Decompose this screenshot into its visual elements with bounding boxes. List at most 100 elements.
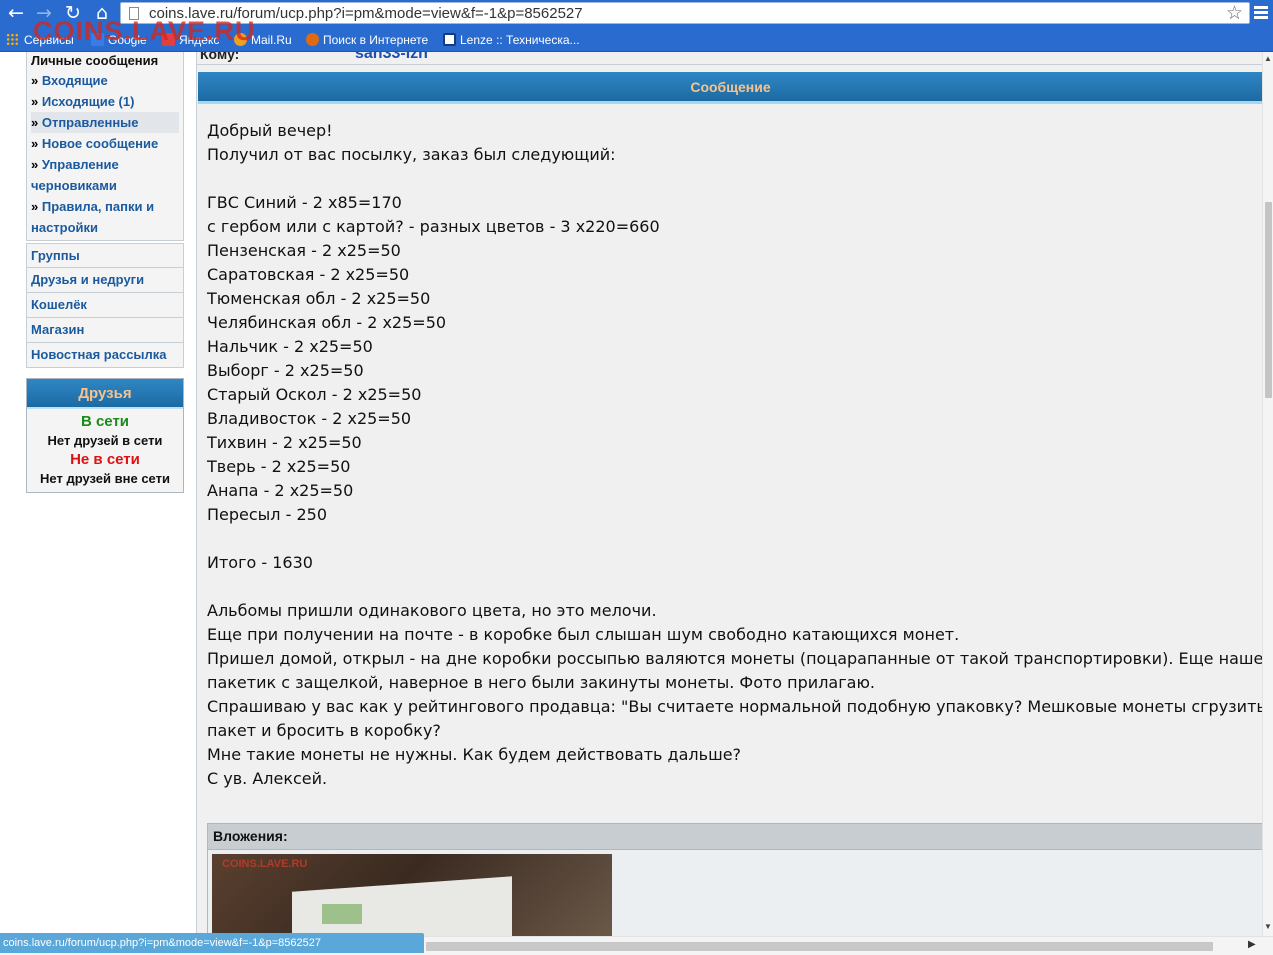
message-line: Старый Оскол - 2 х25=50 xyxy=(207,385,422,404)
wallet-link[interactable]: Кошелёк xyxy=(26,293,184,318)
reload-icon[interactable]: ↻ xyxy=(62,2,84,24)
message-line: Пензенская - 2 х25=50 xyxy=(207,241,401,260)
bookmark-lenze[interactable]: Lenze :: Техническа... xyxy=(443,31,580,49)
pm-title: Личные сообщения xyxy=(31,53,159,68)
attachment-photo[interactable]: COINS.LAVE.RU xyxy=(212,854,612,936)
home-icon[interactable]: ⌂ xyxy=(91,2,113,24)
apps-icon xyxy=(6,33,19,46)
scroll-right-icon[interactable]: ▶ xyxy=(1248,939,1256,950)
status-bar-url: coins.lave.ru/forum/ucp.php?i=pm&mode=vi… xyxy=(0,933,424,953)
message-line: с гербом или с картой? - разных цветов -… xyxy=(207,217,660,236)
groups-link[interactable]: Группы xyxy=(26,243,184,268)
pm-menu: Личные сообщения » Входящие » Исходящие … xyxy=(26,52,184,241)
pm-compose-link[interactable]: » Новое сообщение xyxy=(31,133,179,154)
message-line: Анапа - 2 х25=50 xyxy=(207,481,354,500)
forward-icon[interactable]: → xyxy=(33,2,55,24)
online-empty-text: Нет друзей в сети xyxy=(47,433,163,448)
message-line: Тюменская обл - 2 х25=50 xyxy=(207,289,431,308)
search-globe-icon xyxy=(306,33,319,46)
browser-toolbar: ← → ↻ ⌂ coins.lave.ru/forum/ucp.php?i=pm… xyxy=(0,0,1273,27)
message-line: Спрашиваю у вас как у рейтингового прода… xyxy=(207,697,1273,716)
pm-item-label: Входящие xyxy=(41,73,108,88)
vertical-scrollbar[interactable]: ▲ ▼ xyxy=(1262,52,1273,936)
recipient-row: Кому: sah33-lzh xyxy=(197,52,1263,65)
pm-drafts-link[interactable]: » Управление черновиками xyxy=(31,154,179,196)
message-line: С ув. Алексей. xyxy=(207,769,328,788)
attachments-area: COINS.LAVE.RU xyxy=(207,850,1263,936)
offline-label: Не в сети xyxy=(70,451,140,468)
photo-watermark: COINS.LAVE.RU xyxy=(222,858,308,870)
pm-rules-link[interactable]: » Правила, папки и настройки xyxy=(31,196,179,238)
friends-foes-link[interactable]: Друзья и недруги xyxy=(26,268,184,293)
pm-item-label: Отправленные xyxy=(41,115,139,130)
horizontal-scroll-thumb[interactable] xyxy=(426,942,1213,951)
address-bar[interactable]: coins.lave.ru/forum/ucp.php?i=pm&mode=vi… xyxy=(120,2,1250,24)
pm-item-label: Новое сообщение xyxy=(41,136,159,151)
message-line: Нальчик - 2 х25=50 xyxy=(207,337,373,356)
bookmark-label: Яндекс xyxy=(179,33,220,47)
bookmarks-bar: Сервисы Google Яндекс Mail.Ru Поиск в Ин… xyxy=(0,27,1273,52)
friends-panel: Друзья В сети Нет друзей в сети Не в сет… xyxy=(26,378,184,493)
pm-item-label: Правила, папки и настройки xyxy=(31,199,155,235)
message-line: Челябинская обл - 2 х25=50 xyxy=(207,313,447,332)
message-line: Пересыл - 250 xyxy=(207,505,328,524)
shop-link[interactable]: Магазин xyxy=(26,318,184,343)
message-view: Кому: sah33-lzh Сообщение Добрый вечер! П… xyxy=(196,52,1273,936)
friends-title: Друзья xyxy=(27,379,183,409)
to-label: Кому: xyxy=(200,52,240,62)
bookmark-search[interactable]: Поиск в Интернете xyxy=(306,31,428,49)
offline-empty-text: Нет друзей вне сети xyxy=(40,471,170,486)
message-line: Владивосток - 2 х25=50 xyxy=(207,409,412,428)
bookmark-yandex[interactable]: Яндекс xyxy=(162,31,219,49)
message-line: Мне такие монеты не нужны. Как будем дей… xyxy=(207,745,742,764)
message-line: Еще при получении на почте - в коробке б… xyxy=(207,625,960,644)
yandex-icon xyxy=(162,33,175,46)
bookmark-label: Lenze :: Техническа... xyxy=(460,33,580,47)
back-icon[interactable]: ← xyxy=(5,2,27,24)
message-body: Добрый вечер! Получил от вас посылку, зак… xyxy=(207,119,1273,791)
message-line: Саратовская - 2 х25=50 xyxy=(207,265,410,284)
recipient-link[interactable]: sah33-lzh xyxy=(355,52,428,63)
bookmark-google[interactable]: Google xyxy=(91,31,147,49)
scroll-down-icon[interactable]: ▼ xyxy=(1264,922,1272,931)
message-line: Выборг - 2 х25=50 xyxy=(207,361,364,380)
message-line: Тихвин - 2 х25=50 xyxy=(207,433,362,452)
message-line xyxy=(207,527,1263,551)
lenze-icon xyxy=(443,33,456,46)
bookmark-label: Google xyxy=(108,33,147,47)
browser-window: ← → ↻ ⌂ coins.lave.ru/forum/ucp.php?i=pm… xyxy=(0,0,1273,955)
message-line: Добрый вечер! xyxy=(207,121,333,140)
menu-icon[interactable] xyxy=(1253,4,1269,22)
bookmark-services[interactable]: Сервисы xyxy=(6,31,74,49)
photo-item-shape xyxy=(322,904,362,924)
message-line: Получил от вас посылку, заказ был следую… xyxy=(207,145,616,164)
message-line xyxy=(207,575,1263,599)
pm-item-label: Исходящие (1) xyxy=(41,94,135,109)
url-text[interactable]: coins.lave.ru/forum/ucp.php?i=pm&mode=vi… xyxy=(149,5,583,22)
message-line: Тверь - 2 х25=50 xyxy=(207,457,351,476)
message-line: пакет и бросить в коробку? xyxy=(207,721,441,740)
message-line: ГВС Синий - 2 х85=170 xyxy=(207,193,402,212)
scroll-up-icon[interactable]: ▲ xyxy=(1264,54,1272,63)
pm-outbox-link[interactable]: » Исходящие (1) xyxy=(31,91,179,112)
message-line: Пришел домой, открыл - на дне коробки ро… xyxy=(207,649,1273,668)
pm-sent-link[interactable]: » Отправленные xyxy=(31,112,179,133)
page-icon xyxy=(129,7,139,20)
bookmark-star-icon[interactable]: ☆ xyxy=(1226,2,1243,24)
pm-inbox-link[interactable]: » Входящие xyxy=(31,70,179,91)
newsletter-link[interactable]: Новостная рассылка xyxy=(26,343,184,368)
message-line: пакетик с защелкой, наверное в него были… xyxy=(207,673,875,692)
bookmark-label: Mail.Ru xyxy=(251,33,292,47)
message-line xyxy=(207,167,1263,191)
pm-item-label: Управление черновиками xyxy=(31,157,119,193)
vertical-scroll-thumb[interactable] xyxy=(1265,202,1272,398)
bookmark-mailru[interactable]: Mail.Ru xyxy=(234,31,292,49)
message-header: Сообщение xyxy=(198,72,1263,104)
google-icon xyxy=(91,33,104,46)
message-line: Альбомы пришли одинакового цвета, но это… xyxy=(207,601,657,620)
bookmark-label: Поиск в Интернете xyxy=(323,33,429,47)
online-label: В сети xyxy=(80,413,130,430)
ucp-sidebar: Личные сообщения » Входящие » Исходящие … xyxy=(26,52,184,493)
message-line: Итого - 1630 xyxy=(207,553,313,572)
attachments-header: Вложения: xyxy=(207,823,1263,850)
